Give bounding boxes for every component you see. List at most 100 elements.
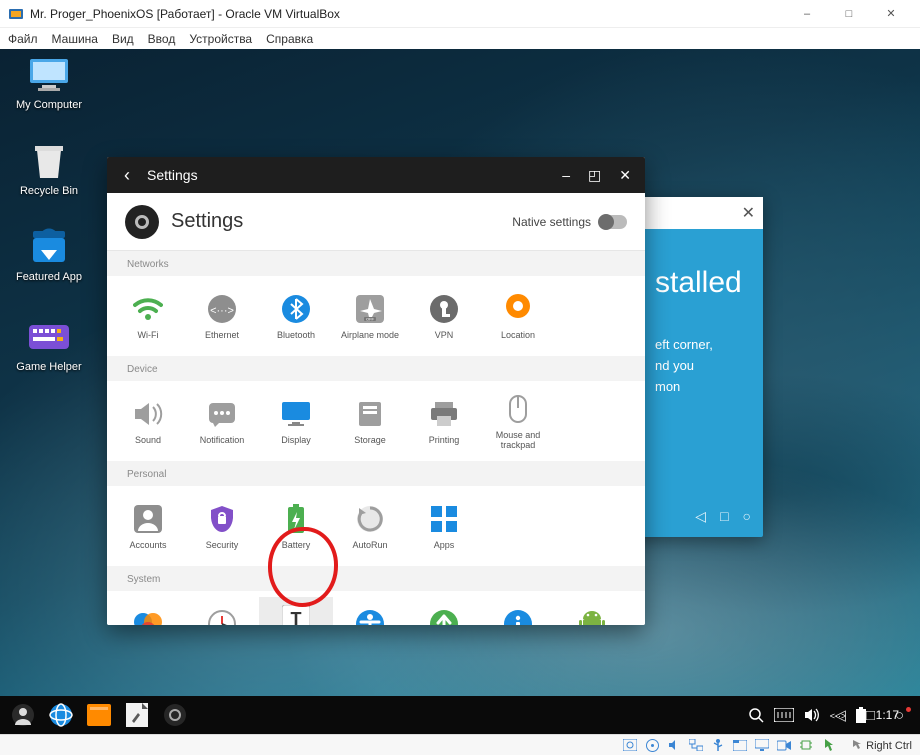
settings-item-battery[interactable]: Battery [259, 492, 333, 560]
minimize-button[interactable]: – [562, 167, 570, 184]
vbx-display-icon[interactable] [754, 738, 770, 752]
bgwin-text: nd you [655, 356, 745, 377]
nav-home-button[interactable]: □ [866, 707, 875, 724]
maximize-button[interactable]: ◰ [588, 167, 601, 184]
nav-recent-button[interactable]: ○ [895, 707, 904, 724]
menu-machine[interactable]: Машина [52, 32, 98, 46]
start-button[interactable] [6, 698, 40, 732]
settings-item-printing[interactable]: Printing [407, 387, 481, 455]
settings-heading: Settings [171, 210, 243, 233]
host-key-indicator: Right Ctrl [852, 739, 912, 752]
cell-label: Security [206, 540, 239, 550]
vbx-audio-icon[interactable] [666, 738, 682, 752]
svg-text:OFF: OFF [366, 316, 375, 321]
settings-item-airplane[interactable]: OFF Airplane mode [333, 282, 407, 350]
bgwin-text: mon [655, 377, 745, 398]
desktop-icon-featured-app[interactable]: Featured App [8, 227, 90, 283]
settings-header: Settings Native settings [107, 193, 645, 251]
desktop-icon-recycle-bin[interactable]: Recycle Bin [8, 141, 90, 197]
trash-icon [27, 141, 71, 181]
menu-help[interactable]: Справка [266, 32, 313, 46]
settings-item-languages-input[interactable]: T Languages & input [259, 597, 333, 625]
vbx-cpu-icon[interactable] [798, 738, 814, 752]
menu-devices[interactable]: Устройства [189, 32, 252, 46]
settings-item-ethernet[interactable]: <···> Ethernet [185, 282, 259, 350]
desktop-icon-label: My Computer [8, 99, 90, 111]
settings-item-system-updates[interactable]: System updates [407, 597, 481, 625]
settings-item-sound[interactable]: Sound [111, 387, 185, 455]
desktop-icon-game-helper[interactable]: Game Helper [8, 317, 90, 373]
mouse-icon [501, 392, 535, 426]
monitor-icon [27, 55, 71, 95]
bgwin-back-icon[interactable]: ◁ [695, 508, 706, 525]
info-icon [501, 607, 535, 625]
settings-item-bluetooth[interactable]: Bluetooth [259, 282, 333, 350]
cell-label: VPN [435, 330, 454, 340]
settings-item-security[interactable]: Security [185, 492, 259, 560]
cell-label: Printing [429, 435, 460, 445]
vbx-optical-icon[interactable] [644, 738, 660, 752]
close-button[interactable]: ✕ [619, 167, 631, 184]
location-icon [501, 292, 535, 326]
volume-icon[interactable] [804, 708, 820, 722]
cell-label: Storage [354, 435, 386, 445]
settings-item-mouse[interactable]: Mouse and trackpad [481, 387, 555, 455]
settings-item-storage[interactable]: Storage [333, 387, 407, 455]
settings-item-vpn[interactable]: VPN [407, 282, 481, 350]
host-maximize-button[interactable]: □ [828, 0, 870, 28]
android-nav-bar: ◁ □ ○ [824, 696, 914, 734]
cell-label: Wi-Fi [138, 330, 159, 340]
search-icon[interactable] [748, 707, 764, 723]
menu-view[interactable]: Вид [112, 32, 134, 46]
bgwin-close-button[interactable]: ✕ [742, 203, 755, 223]
vbx-mouse-integration-icon[interactable] [820, 738, 836, 752]
settings-item-autorun[interactable]: AutoRun [333, 492, 407, 560]
ethernet-icon: <···> [205, 292, 239, 326]
keyboard-indicator-icon[interactable] [774, 708, 794, 722]
menu-file[interactable]: Файл [8, 32, 38, 46]
settings-item-notification[interactable]: Notification [185, 387, 259, 455]
settings-window: ‹ Settings – ◰ ✕ Settings Native setting… [107, 157, 645, 625]
settings-item-accessibility[interactable]: Accessibility [333, 597, 407, 625]
settings-item-apps[interactable]: Apps [407, 492, 481, 560]
settings-item-appearance[interactable]: Appearance [111, 597, 185, 625]
vbx-recording-icon[interactable] [776, 738, 792, 752]
taskbar-settings[interactable] [158, 698, 192, 732]
wifi-icon [131, 292, 165, 326]
back-button[interactable]: ‹ [107, 165, 147, 186]
vbx-shared-folders-icon[interactable] [732, 738, 748, 752]
apps-icon [427, 502, 461, 536]
settings-item-about-tablet[interactable]: About tablet [481, 597, 555, 625]
settings-item-location[interactable]: Location [481, 282, 555, 350]
virtualbox-menubar: Файл Машина Вид Ввод Устройства Справка [0, 28, 920, 49]
taskbar-files[interactable] [82, 698, 116, 732]
host-close-button[interactable]: ✕ [870, 0, 912, 28]
bag-icon [27, 227, 71, 267]
printer-icon [427, 397, 461, 431]
settings-item-datetime[interactable]: Date & time [185, 597, 259, 625]
settings-item-accounts[interactable]: Accounts [111, 492, 185, 560]
nav-back-button[interactable]: ◁ [834, 706, 846, 724]
bgwin-recent-icon[interactable]: ○ [743, 508, 751, 525]
cell-label: Battery [282, 540, 311, 550]
bgwin-home-icon[interactable]: □ [720, 508, 728, 525]
desktop-icon-my-computer[interactable]: My Computer [8, 55, 90, 111]
native-settings-toggle[interactable] [599, 215, 627, 229]
taskbar-browser[interactable] [44, 698, 78, 732]
section-label-networks: Networks [107, 251, 645, 276]
settings-item-display[interactable]: Display [259, 387, 333, 455]
host-minimize-button[interactable]: – [786, 0, 828, 28]
vpn-icon [427, 292, 461, 326]
settings-item-wifi[interactable]: Wi-Fi [111, 282, 185, 350]
menu-input[interactable]: Ввод [148, 32, 176, 46]
cell-label: Display [281, 435, 311, 445]
storage-icon [353, 397, 387, 431]
vbx-hdd-icon[interactable] [622, 738, 638, 752]
cell-label: Sound [135, 435, 161, 445]
taskbar-notes[interactable] [120, 698, 154, 732]
settings-item-root-permissions[interactable]: Root Permissions [555, 597, 629, 625]
vbx-usb-icon[interactable] [710, 738, 726, 752]
cell-label: Mouse and trackpad [481, 430, 555, 451]
vbx-network-icon[interactable] [688, 738, 704, 752]
native-settings-label: Native settings [512, 215, 591, 229]
